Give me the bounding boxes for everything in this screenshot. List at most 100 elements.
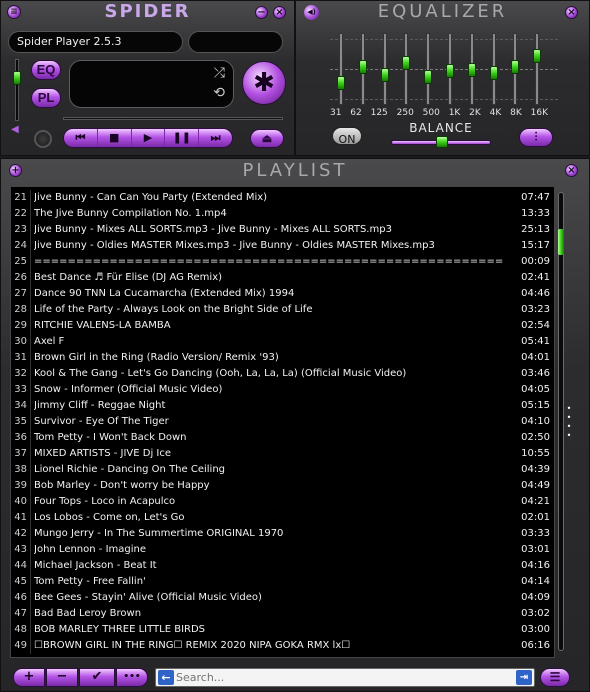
close-button[interactable]: × [273, 6, 286, 19]
add-track-button[interactable]: + [13, 668, 45, 687]
minimize-button[interactable]: − [255, 6, 268, 19]
playlist-row[interactable]: 48 BOB MARLEY THREE LITTLE BIRDS 03:00 [11, 622, 554, 638]
pause-button[interactable]: ❚❚ [165, 129, 200, 147]
playlist-row[interactable]: 35 Survivor - Eye Of The Tiger 04:10 [11, 414, 554, 430]
previous-button[interactable]: ⏮ [64, 129, 98, 147]
balance-slider[interactable] [391, 136, 491, 148]
eq-band-knob[interactable] [446, 64, 454, 79]
playlist-row[interactable]: 49 ☐BROWN GIRL IN THE RING☐ REMIX 2020 NI… [11, 638, 554, 654]
eq-band-slider[interactable] [489, 33, 498, 105]
playlist-row[interactable]: 40 Four Tops - Loco in Acapulco 04:21 [11, 494, 554, 510]
playlist-close-button[interactable]: × [565, 164, 578, 177]
search-go-icon[interactable]: ⇥ [516, 670, 532, 685]
search-input[interactable] [176, 670, 514, 685]
playlist-row[interactable]: 38 Lionel Richie - Dancing On The Ceiling… [11, 462, 554, 478]
eq-band-knob[interactable] [380, 67, 389, 82]
seek-bar[interactable] [63, 117, 283, 120]
track-title: ========================================… [34, 256, 504, 267]
next-button[interactable]: ⏭ [199, 129, 232, 147]
track-title: John Lennon - Imagine [34, 544, 147, 555]
eq-band-slider[interactable] [446, 33, 454, 105]
eq-band-knob[interactable] [511, 59, 520, 74]
eq-band-knob[interactable] [358, 60, 367, 75]
record-button[interactable] [34, 130, 52, 148]
playlist-row[interactable]: 31 Brown Girl in the Ring (Radio Version/… [11, 350, 554, 366]
track-title: Four Tops - Loco in Acapulco [34, 496, 176, 507]
eq-band-slider[interactable] [533, 33, 542, 105]
play-button[interactable]: ▶ [132, 129, 166, 147]
playlist-row[interactable]: 47 Bad Bad Leroy Brown 03:02 [11, 606, 554, 622]
playlist-row[interactable]: 26 Best Dance ♬ Für Elise (DJ AG Remix) 02… [11, 270, 554, 286]
track-duration: 03:33 [521, 528, 550, 539]
balance-label: BALANCE [409, 121, 473, 135]
eq-button[interactable]: EQ [31, 60, 61, 80]
balance-slider-knob[interactable] [436, 136, 448, 148]
playlist-row[interactable]: 43 John Lennon - Imagine 03:01 [11, 542, 554, 558]
playlist-menu-button[interactable]: ☰ [540, 668, 570, 687]
track-duration: 00:09 [521, 256, 550, 267]
eq-band-knob[interactable] [424, 69, 433, 84]
spider-logo-button[interactable]: ✱ [242, 61, 286, 105]
playlist-row[interactable]: 39 Bob Marley - Don't worry be Happy 04:49 [11, 478, 554, 494]
playlist-row[interactable]: 29 RITCHIE VALENS-LA BAMBA 02:54 [11, 318, 554, 334]
playlist-row[interactable]: 25 ======================================… [11, 254, 554, 270]
eq-band-knob[interactable] [337, 75, 345, 90]
track-duration: 04:46 [521, 288, 550, 299]
search-back-icon[interactable]: ← [158, 670, 174, 685]
playlist-row[interactable]: 28 Life of the Party - Always Look on the… [11, 302, 554, 318]
shuffle-icon[interactable]: ⤮ [214, 65, 225, 81]
playlist-row[interactable]: 33 Snow - Informer (Official Music Video)… [11, 382, 554, 398]
track-title: Michael Jackson - Beat It [34, 560, 157, 571]
track-number: 39 [11, 478, 31, 494]
speaker-icon: ◀ [11, 124, 19, 135]
playlist-scrollbar-thumb[interactable] [558, 229, 564, 255]
playlist-row[interactable]: 24 Jive Bunny - Oldies MASTER Mixes.mp3 -… [11, 238, 554, 254]
playlist-row[interactable]: 23 Jive Bunny - Mixes ALL SORTS.mp3 - Jiv… [11, 222, 554, 238]
eq-band-slider[interactable] [402, 33, 411, 105]
track-title: Jive Bunny - Mixes ALL SORTS.mp3 - Jive … [34, 224, 392, 235]
eq-band-knob[interactable] [489, 66, 498, 81]
track-duration: 15:17 [521, 240, 550, 251]
playlist-row[interactable]: 42 Mungo Jerry - In The Summertime ORIGIN… [11, 526, 554, 542]
playlist-row[interactable]: 37 MIXED ARTISTS - JIVE Dj Ice 10:55 [11, 446, 554, 462]
volume-slider-knob[interactable] [13, 70, 21, 85]
playlist-row[interactable]: 34 Jimmy Cliff - Reggae Night 05:15 [11, 398, 554, 414]
playlist-scrollbar[interactable] [558, 192, 564, 651]
eq-band-slider[interactable] [380, 33, 389, 105]
playlist-row[interactable]: 21 Jive Bunny - Can Can You Party (Extend… [11, 190, 554, 206]
playlist-row[interactable]: 44 Michael Jackson - Beat It 04:16 [11, 558, 554, 574]
playlist-row[interactable]: 32 Kool & The Gang - Let's Go Dancing (Oo… [11, 366, 554, 382]
select-tracks-button[interactable]: ✔ [79, 668, 115, 687]
playlist-row[interactable]: 27 Dance 90 TNN La Cucamarcha (Extended M… [11, 286, 554, 302]
playlist-row[interactable]: 22 The Jive Bunny Compilation No. 1.mp4 13… [11, 206, 554, 222]
eq-close-button[interactable]: × [565, 6, 578, 19]
eq-band-knob[interactable] [402, 56, 411, 71]
eject-button[interactable]: ⏏ [250, 129, 284, 148]
eq-band-knob[interactable] [533, 48, 542, 63]
playlist-row[interactable]: 45 Tom Petty - Free Fallin' 04:14 [11, 574, 554, 590]
eq-band-knob[interactable] [467, 63, 476, 77]
eq-band-slider[interactable] [511, 33, 520, 105]
eq-band-slider[interactable] [424, 33, 433, 105]
playlist-list[interactable]: 21 Jive Bunny - Can Can You Party (Extend… [10, 186, 555, 658]
repeat-icon[interactable]: ⟲ [213, 85, 225, 101]
search-box[interactable]: ← ⇥ [155, 668, 535, 687]
track-duration: 02:41 [521, 272, 550, 283]
remove-track-button[interactable]: − [46, 668, 78, 687]
pl-button[interactable]: PL [31, 88, 61, 108]
eq-band-slider[interactable] [337, 33, 345, 105]
track-title: Bob Marley - Don't worry be Happy [34, 480, 210, 491]
more-options-button[interactable]: ••• [116, 668, 148, 687]
playlist-row[interactable]: 46 Bee Gees - Stayin' Alive (Official Mus… [11, 590, 554, 606]
playlist-row[interactable]: 36 Tom Petty - I Won't Back Down 02:50 [11, 430, 554, 446]
playlist-row[interactable]: 41 Los Lobos - Come on, Let's Go 02:01 [11, 510, 554, 526]
playlist-resize-grip[interactable]: • • • • [566, 404, 572, 440]
eq-presets-button[interactable]: ⫶ [519, 128, 553, 147]
playlist-row[interactable]: 30 Axel F 05:41 [11, 334, 554, 350]
eq-band-slider[interactable] [467, 33, 476, 105]
eq-band-label: 125 [370, 108, 388, 118]
stop-button[interactable]: ■ [98, 129, 132, 147]
eq-band-slider[interactable] [358, 33, 367, 105]
volume-slider[interactable] [13, 59, 21, 121]
eq-on-button[interactable]: ON [332, 127, 362, 146]
